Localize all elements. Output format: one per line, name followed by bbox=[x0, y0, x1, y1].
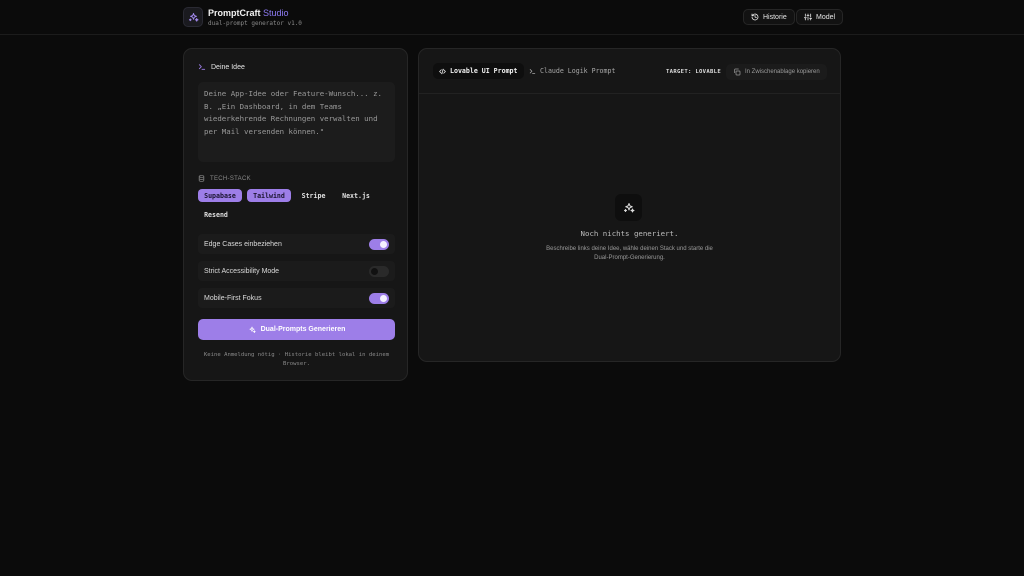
chip-supabase[interactable]: Supabase bbox=[198, 189, 242, 202]
sparkles-icon bbox=[183, 7, 203, 27]
tab-lovable-label: Lovable UI Prompt bbox=[450, 67, 518, 75]
brand-name: PromptCraft bbox=[208, 8, 261, 18]
code-icon bbox=[439, 68, 446, 74]
chip-nextjs[interactable]: Next.js bbox=[336, 189, 376, 202]
idea-section-label: Deine Idee bbox=[198, 63, 245, 71]
model-label: Model bbox=[816, 13, 836, 21]
copy-to-clipboard-button[interactable]: In Zwischenablage kopieren bbox=[726, 64, 827, 80]
toggle-label: Edge Cases einbeziehen bbox=[204, 240, 282, 248]
tech-stack-text: TECH-STACK bbox=[210, 175, 251, 182]
tab-lovable-ui-prompt[interactable]: Lovable UI Prompt bbox=[433, 63, 524, 79]
toggle-label: Mobile-First Fokus bbox=[204, 294, 262, 302]
idea-textarea[interactable]: Deine App-Idee oder Feature-Wunsch... z.… bbox=[198, 82, 395, 162]
toggle-switch[interactable] bbox=[369, 292, 389, 304]
tab-claude-label: Claude Logik Prompt bbox=[540, 67, 616, 75]
terminal-icon bbox=[198, 64, 206, 70]
toggle-row-edge-cases[interactable]: Edge Cases einbeziehen bbox=[198, 234, 395, 254]
chip-tailwind[interactable]: Tailwind bbox=[247, 189, 291, 202]
toggle-switch[interactable] bbox=[369, 265, 389, 277]
privacy-note: Keine Anmeldung nötig · Historie bleibt … bbox=[203, 352, 390, 367]
tab-claude-logik-prompt[interactable]: Claude Logik Prompt bbox=[523, 63, 621, 79]
toggle-row-accessibility[interactable]: Strict Accessibility Mode bbox=[198, 261, 395, 281]
brand-accent: Studio bbox=[263, 8, 289, 18]
chip-resend[interactable]: Resend bbox=[198, 208, 234, 221]
sparkles-icon bbox=[615, 194, 642, 221]
toggle-switch[interactable] bbox=[369, 238, 389, 250]
copy-icon bbox=[734, 68, 741, 76]
history-button[interactable]: Historie bbox=[743, 9, 795, 25]
toggle-label: Strict Accessibility Mode bbox=[204, 267, 280, 275]
generate-label: Dual-Prompts Generieren bbox=[260, 326, 346, 333]
model-button[interactable]: Model bbox=[796, 9, 844, 25]
brand-title: PromptCraft Studio bbox=[208, 8, 289, 18]
history-icon bbox=[751, 13, 759, 21]
history-label: Historie bbox=[763, 13, 787, 21]
input-panel: Deine Idee Deine App-Idee oder Feature-W… bbox=[183, 48, 408, 381]
output-tabbar: Lovable UI Prompt Claude Logik Prompt TA… bbox=[419, 49, 840, 94]
chip-stripe[interactable]: Stripe bbox=[296, 189, 331, 202]
database-icon bbox=[198, 175, 205, 182]
terminal-icon bbox=[529, 68, 536, 74]
generate-button[interactable]: Dual-Prompts Generieren bbox=[198, 319, 395, 340]
target-badge: TARGET: LOVABLE bbox=[666, 69, 722, 75]
app-header: PromptCraft Studio dual-prompt generator… bbox=[0, 0, 1024, 35]
tech-stack-label: TECH-STACK bbox=[198, 175, 251, 182]
empty-state-description: Beschreibe links deine Idee, wähle deine… bbox=[546, 246, 713, 261]
idea-label-text: Deine Idee bbox=[211, 63, 245, 71]
output-panel: Lovable UI Prompt Claude Logik Prompt TA… bbox=[418, 48, 841, 362]
sparkles-icon bbox=[249, 326, 256, 333]
brand-subtitle: dual-prompt generator v1.0 bbox=[208, 20, 302, 27]
toggle-row-mobile-first[interactable]: Mobile-First Fokus bbox=[198, 288, 395, 308]
copy-label: In Zwischenablage kopieren bbox=[745, 69, 820, 75]
empty-state-title: Noch nichts generiert. bbox=[580, 229, 679, 238]
sliders-icon bbox=[804, 13, 812, 21]
